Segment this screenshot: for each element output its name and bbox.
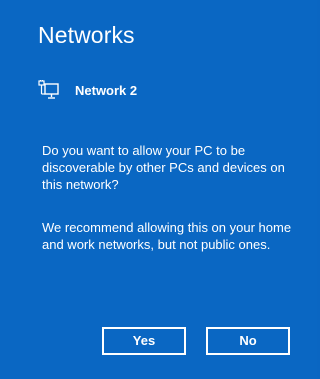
discoverable-question: Do you want to allow your PC to be disco…	[42, 143, 285, 192]
networks-flyout: Networks Network 2 Do you want to allow …	[0, 0, 317, 379]
yes-button[interactable]: Yes	[102, 327, 186, 355]
recommendation-text: We recommend allowing this on your home …	[42, 220, 292, 252]
flyout-title: Networks	[38, 22, 135, 48]
no-button[interactable]: No	[206, 327, 290, 355]
network-item: Network 2	[38, 79, 137, 101]
network-name: Network 2	[75, 82, 138, 98]
wired-network-icon	[38, 80, 60, 100]
